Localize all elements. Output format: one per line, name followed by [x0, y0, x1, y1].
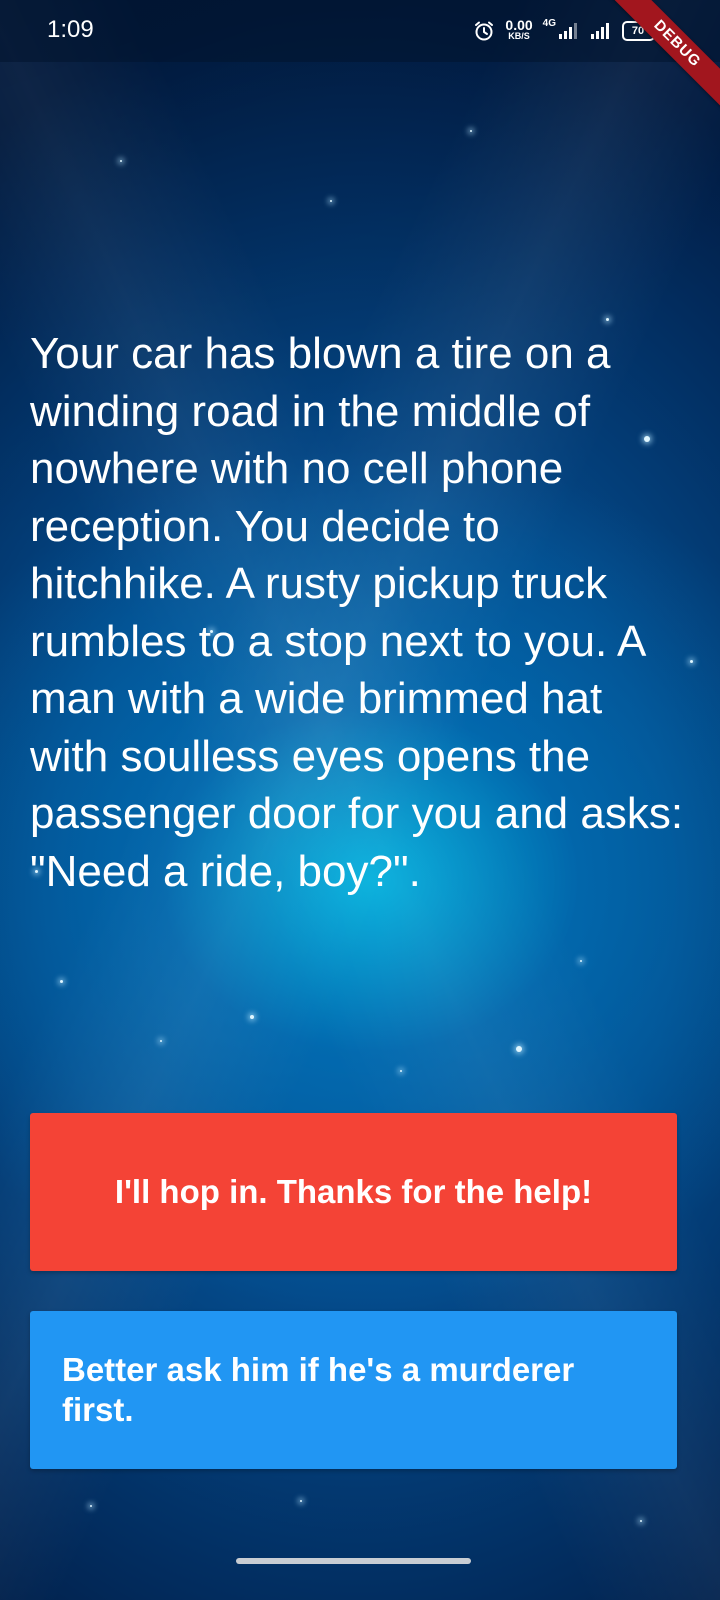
network-type: 4G [542, 17, 556, 29]
choice-1-button[interactable]: I'll hop in. Thanks for the help! [30, 1113, 677, 1271]
home-indicator-bar[interactable] [236, 1558, 471, 1564]
network-speed-unit: KB/S [508, 31, 530, 41]
battery-level: 70 [631, 25, 645, 37]
status-bar: 1:09 0.00 KB/S 4G 70 [0, 0, 720, 62]
story-text: Your car has blown a tire on a winding r… [30, 329, 684, 896]
status-icons: 0.00 KB/S 4G 70 [473, 14, 660, 48]
cell-signal-icon [590, 22, 612, 40]
status-time: 1:09 [47, 16, 94, 43]
cell-signal-icon [558, 22, 580, 40]
battery-icon: 70 [622, 20, 660, 42]
network-speed-value: 0.00 [505, 17, 533, 33]
alarm-clock-icon [473, 20, 495, 42]
network-speed: 0.00 KB/S [505, 17, 533, 42]
choice-2-button[interactable]: Better ask him if he's a murderer first. [30, 1311, 677, 1469]
story-screen: 1:09 0.00 KB/S 4G 70 DEBUG Your car has … [0, 0, 720, 1600]
